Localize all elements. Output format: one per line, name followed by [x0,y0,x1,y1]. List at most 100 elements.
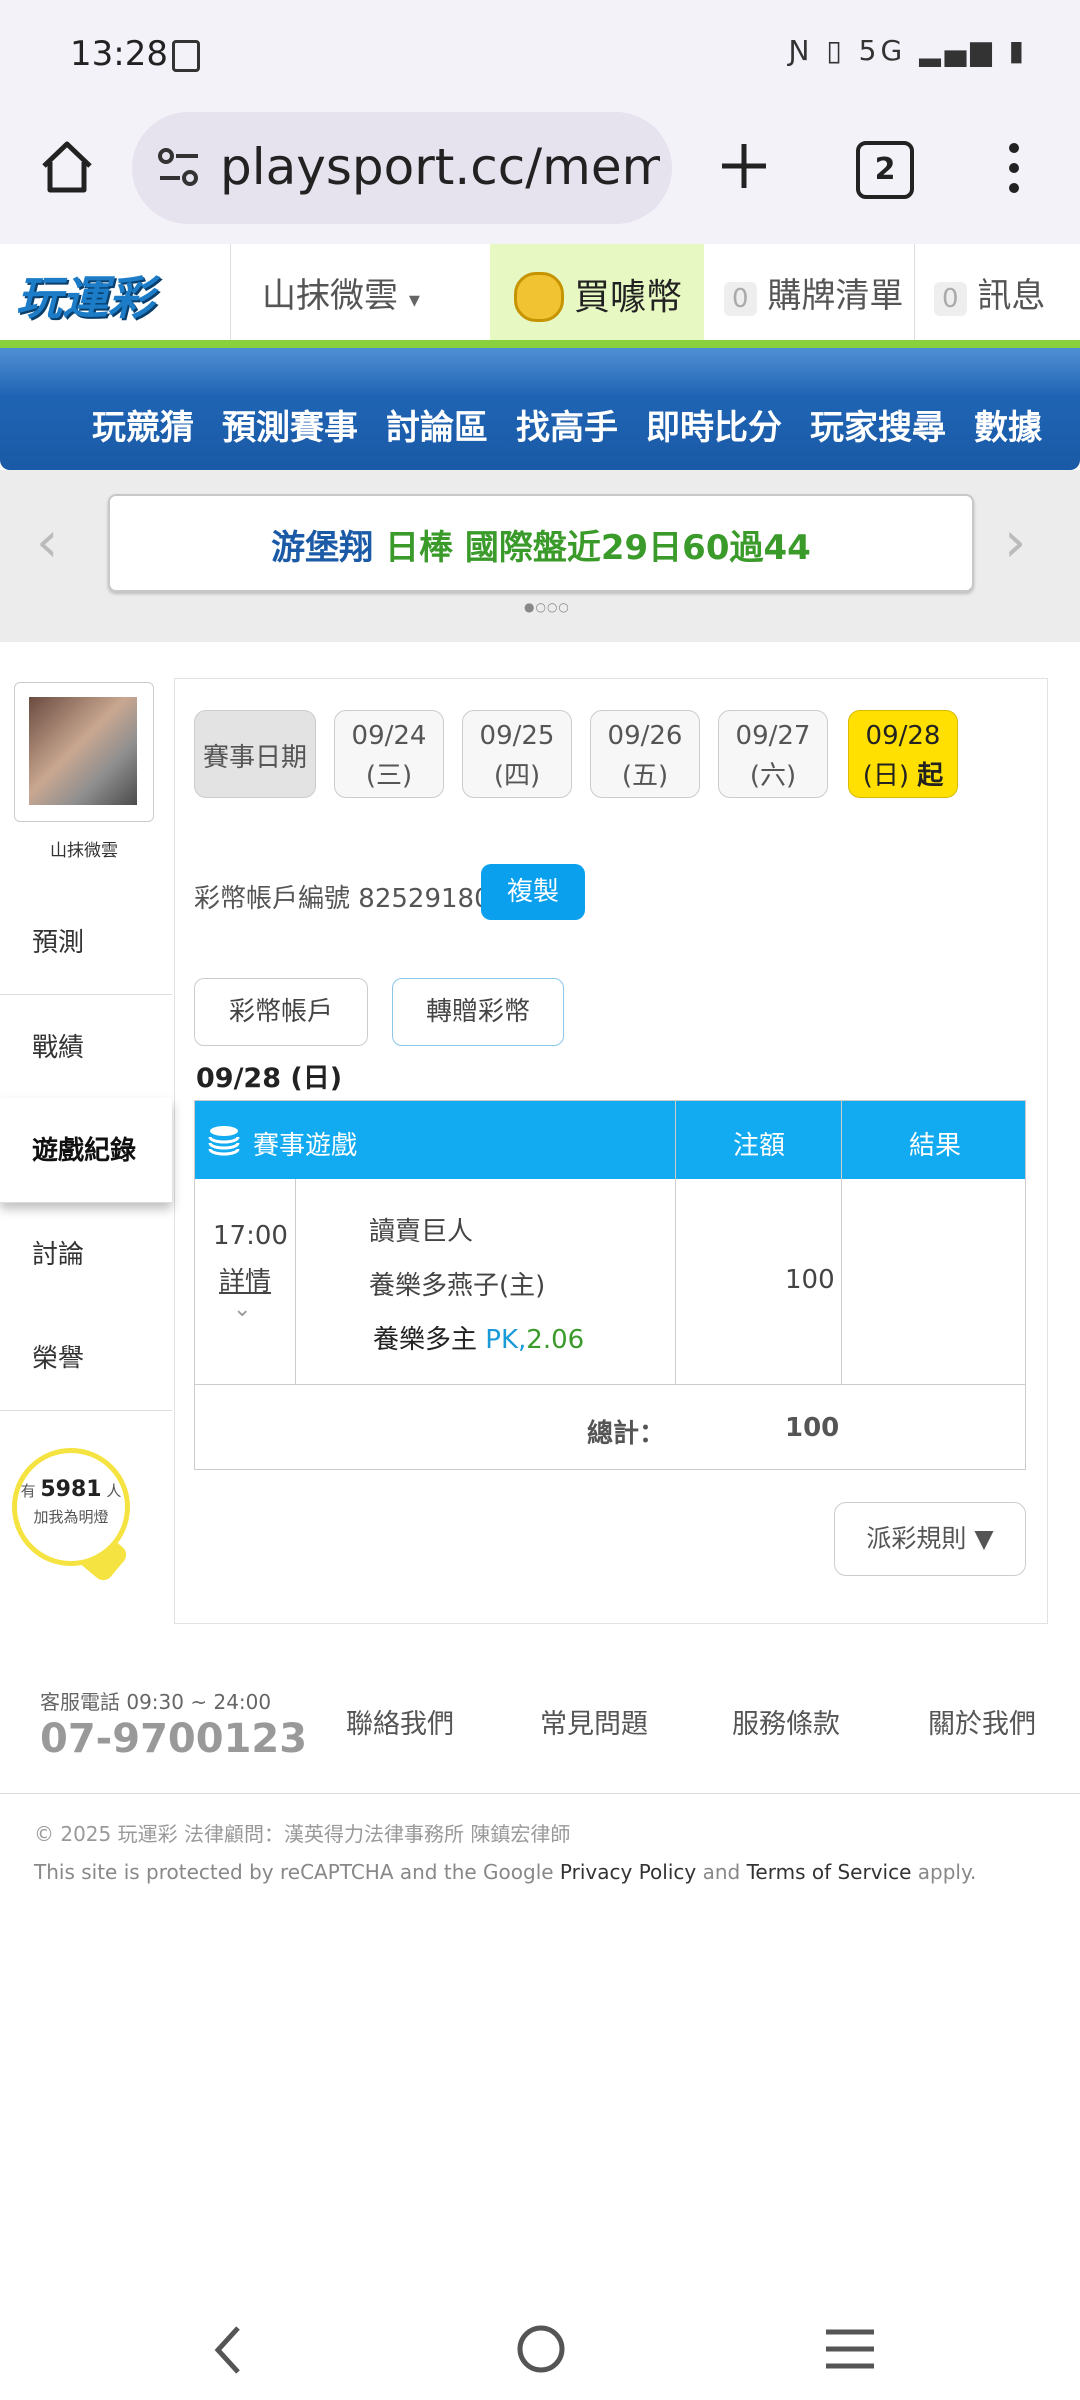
address-bar[interactable]: playsport.cc/memk [132,112,672,224]
nav-item-forum[interactable]: 討論區 [386,400,488,449]
pick-line: 養樂多主 PK,2.06 [373,1319,584,1356]
game-time: 17:00 [213,1221,288,1251]
status-bar: 13:28 Ɲ ▯ 5G ▂▄▆ ▮ [0,0,1080,116]
more-menu-icon[interactable] [1000,140,1028,196]
banner-slide[interactable]: 游堡翔 日棒 國際盤近29日60過44 [108,494,974,592]
cart-count-badge: 0 [724,282,757,316]
site-logo[interactable]: 玩運彩 [16,262,154,328]
nav-item-predict[interactable]: 預測賽事 [222,400,358,449]
payout-rules-button[interactable]: 派彩規則 ▼ [834,1502,1026,1576]
vibrate-icon: ▯ [826,34,846,67]
account-number: 82529180 [358,884,491,914]
table-row: 17:00 詳情 ⌄ 讀賣巨人 養樂多燕子(主) 養樂多主 PK,2.06 10… [195,1179,1025,1384]
table-header: 賽事遊戲 注額 結果 [195,1101,1025,1179]
date-button[interactable]: 09/26 (五) [590,710,700,798]
date-button[interactable]: 09/27 (六) [718,710,828,798]
date-label: 賽事日期 [194,710,316,798]
status-time: 13:28 [70,34,168,74]
cart-label: 購牌清單 [767,276,904,316]
date-button[interactable]: 09/25 (四) [462,710,572,798]
sidebar-item-predict[interactable]: 預測 [0,890,172,995]
tab-switcher-button[interactable]: 2 [856,141,914,199]
tab-coin-account[interactable]: 彩幣帳戶 [194,978,368,1046]
service-phone[interactable]: 07-9700123 [40,1716,307,1762]
selected-date: 09/28 (日) [196,1063,343,1094]
pick-team: 養樂多主 [373,1325,478,1355]
carousel-dots: ●○○○ [524,600,570,614]
tab-gift-coin[interactable]: 轉贈彩幣 [392,978,564,1046]
chevron-left-icon[interactable]: ‹ [36,510,58,575]
divider [914,244,915,340]
bet-table: 賽事遊戲 注額 結果 17:00 詳情 ⌄ 讀賣巨人 養樂多燕子(主) 養樂多主… [194,1100,1026,1470]
sidebar-item-honor[interactable]: 榮譽 [0,1306,172,1411]
divider [230,244,231,340]
buy-coin-label: 買噱幣 [574,277,683,318]
url-text[interactable]: playsport.cc/memk [220,138,660,196]
recents-icon[interactable] [824,2326,876,2372]
chevron-down-icon[interactable]: ⌄ [233,1297,251,1322]
footer-link-faq[interactable]: 常見問題 [540,1702,648,1741]
col-header-game: 賽事遊戲 [253,1131,358,1161]
date-button-active[interactable]: 09/28 (日) 起 [848,710,958,798]
sidebar-item-record[interactable]: 戰績 [0,994,172,1100]
banner-league: 日棒 [385,528,454,568]
copyright: © 2025 玩運彩 法律顧問：漢英得力法律事務所 陳鎮宏律師 [34,1822,571,1846]
signal-icon: ▂▄▆ [919,34,996,67]
chevron-right-icon[interactable]: › [1004,510,1026,575]
nfc-icon: Ɲ [788,34,814,67]
privacy-policy-link[interactable]: Privacy Policy [560,1860,696,1884]
account-number-line: 彩幣帳戶編號 82529180 [194,878,491,915]
nav-item-guess[interactable]: 玩競猜 [92,400,194,449]
footer-divider [0,1793,1080,1794]
messages-label: 訊息 [977,276,1046,316]
col-header-amount: 注額 [733,1131,786,1161]
system-navigation-bar [0,2300,1080,2400]
pick-handicap: PK, [485,1325,527,1355]
header-accent-line [0,340,1080,348]
chevron-down-icon: ▾ [408,288,420,313]
nav-item-data[interactable]: 數據 [974,400,1042,449]
copy-button[interactable]: 複製 [481,864,585,920]
coin-icon [514,272,564,322]
back-icon[interactable] [208,2322,248,2378]
nav-item-experts[interactable]: 找高手 [516,400,618,449]
col-header-result: 結果 [909,1131,962,1161]
date-button[interactable]: 09/24 (三) [334,710,444,798]
messages-link[interactable]: 0 訊息 [934,268,1045,317]
home-button-icon[interactable] [514,2322,568,2376]
terms-of-service-link[interactable]: Terms of Service [747,1860,912,1884]
detail-link[interactable]: 詳情 [219,1261,271,1298]
lightbulb-follow-button[interactable]: 有 5981 人 加我為明燈 [12,1448,130,1566]
coin-stack-icon [208,1126,240,1156]
home-team: 養樂多燕子(主) [369,1271,546,1301]
bet-amount: 100 [785,1265,835,1295]
cart-link[interactable]: 0 購牌清單 [724,268,903,317]
battery-icon: ▮ [1008,34,1028,67]
sidebar-item-game-history[interactable]: 遊戲紀錄 [0,1098,172,1203]
banner-text: 國際盤近29日60過44 [464,528,811,568]
footer-link-terms[interactable]: 服務條款 [732,1702,840,1741]
recaptcha-notice: This site is protected by reCAPTCHA and … [34,1860,977,1884]
home-icon[interactable] [36,136,98,198]
away-team: 讀賣巨人 [369,1217,474,1247]
new-tab-icon[interactable] [716,138,772,194]
service-hours: 客服電話 09:30 ~ 24:00 [40,1690,272,1714]
main-nav: 玩競猜 預測賽事 討論區 找高手 即時比分 玩家搜尋 數據 [0,348,1080,470]
avatar[interactable] [14,682,154,822]
lightbulb-label: 加我為明燈 [33,1508,109,1526]
site-settings-icon[interactable] [156,146,202,190]
follower-count: 5981 [40,1477,102,1502]
user-dropdown[interactable]: 山抹微雲 ▾ [262,268,420,317]
avatar-username: 山抹微雲 [50,841,118,861]
banner-player: 游堡翔 [271,528,374,568]
buy-coin-button[interactable]: 買噱幣 [490,244,704,342]
sidebar-item-discussion[interactable]: 討論 [0,1202,172,1307]
total-label: 總計： [587,1419,666,1449]
nav-item-player-search[interactable]: 玩家搜尋 [810,400,946,449]
footer-link-contact[interactable]: 聯絡我們 [346,1702,454,1741]
nav-item-live-score[interactable]: 即時比分 [646,400,782,449]
avatar-image [29,697,137,805]
total-amount: 100 [785,1413,840,1443]
footer-link-about[interactable]: 關於我們 [928,1702,1036,1741]
status-icons: Ɲ ▯ 5G ▂▄▆ ▮ [788,34,1028,67]
